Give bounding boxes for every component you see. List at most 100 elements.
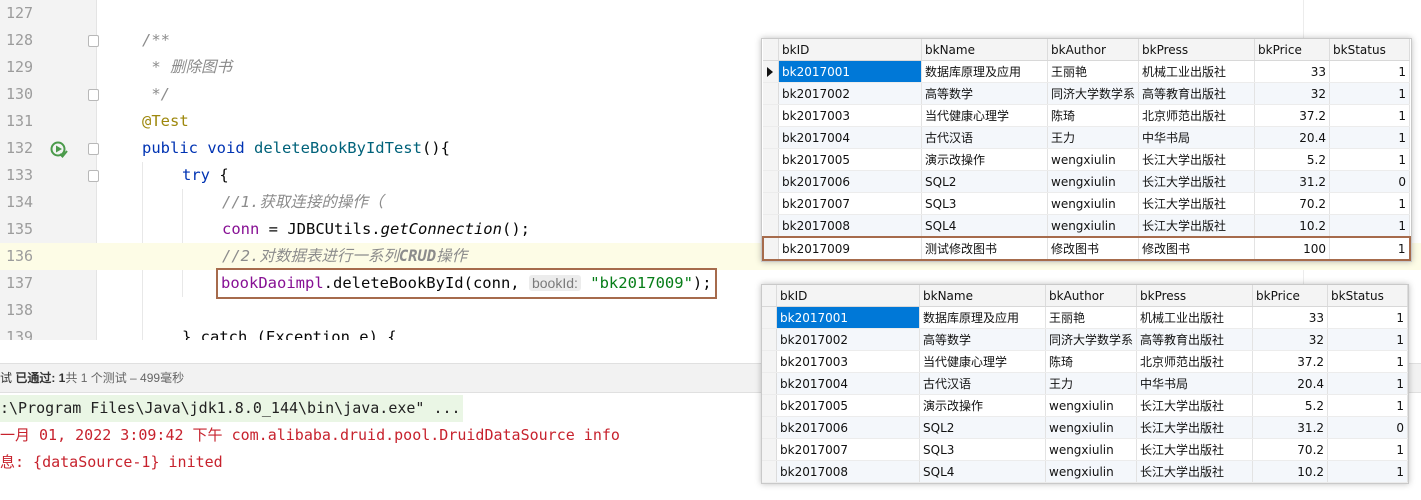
table-cell[interactable]: wengxiulin [1045,416,1138,439]
column-header[interactable]: bkPress [1138,39,1256,61]
table-cell[interactable]: 1 [1329,126,1411,149]
fold-marker-icon[interactable] [88,89,99,101]
table-cell[interactable]: 机械工业出版社 [1136,306,1254,329]
table-cell[interactable]: 1 [1329,192,1411,215]
row-indicator[interactable] [763,82,779,105]
row-indicator[interactable] [762,416,777,439]
table-row[interactable]: bk2017001 数据库原理及应用 王丽艳 机械工业出版社 33 1 [762,306,1409,329]
table-cell[interactable]: 测试修改图书 [921,236,1048,261]
table-cell[interactable]: 10.2 [1254,214,1331,238]
fold-marker-icon[interactable] [88,35,99,47]
table-cell[interactable]: 32 [1254,82,1331,105]
row-indicator[interactable] [762,236,779,261]
row-indicator[interactable] [763,104,779,127]
table-row[interactable]: bk2017008 SQL4 wengxiulin 长江大学出版社 10.2 1 [762,460,1409,483]
table-cell[interactable]: wengxiulin [1047,214,1140,238]
table-cell[interactable]: 高等数学 [919,328,1046,351]
table-cell[interactable]: SQL2 [919,416,1046,439]
row-indicator[interactable] [763,126,779,149]
table-cell[interactable]: 1 [1327,306,1409,329]
table-row[interactable]: bk2017006 SQL2 wengxiulin 长江大学出版社 31.2 0 [762,416,1409,439]
table-cell[interactable]: 100 [1254,236,1331,261]
table-cell[interactable]: 5.2 [1254,148,1331,171]
fold-marker-icon[interactable] [88,143,99,155]
table-cell[interactable]: SQL4 [921,214,1048,238]
column-header[interactable]: bkStatus [1329,39,1411,61]
table-cell[interactable]: 1 [1329,148,1411,171]
column-header[interactable]: bkPrice [1252,285,1329,307]
table-cell[interactable]: 1 [1329,104,1411,127]
table-row[interactable]: bk2017002 高等数学 同济大学数学系 高等教育出版社 32 1 [763,82,1411,105]
table-cell[interactable]: 王丽艳 [1047,60,1140,83]
table-cell[interactable]: 1 [1327,438,1409,461]
table-cell[interactable]: bk2017008 [778,214,922,238]
table-row[interactable]: bk2017007 SQL3 wengxiulin 长江大学出版社 70.2 1 [763,192,1411,215]
table-cell[interactable]: 古代汉语 [921,126,1048,149]
row-indicator[interactable] [763,170,779,193]
table-cell[interactable]: 当代健康心理学 [921,104,1048,127]
table-cell[interactable]: 高等教育出版社 [1138,82,1256,105]
table-cell[interactable]: bk2017004 [776,372,920,395]
table-cell[interactable]: 10.2 [1252,460,1329,483]
table-cell[interactable]: 王力 [1045,372,1138,395]
table-cell[interactable]: 1 [1327,372,1409,395]
table-cell[interactable]: bk2017007 [778,192,922,215]
table-cell[interactable]: bk2017001 [776,306,920,329]
table-cell[interactable]: 数据库原理及应用 [919,306,1046,329]
table-row-highlighted[interactable]: bk2017009 测试修改图书 修改图书 修改图书 100 1 [762,236,1411,261]
table-cell[interactable]: 1 [1329,214,1411,238]
table-cell[interactable]: 0 [1327,416,1409,439]
table-cell[interactable]: 古代汉语 [919,372,1046,395]
table-cell[interactable]: bk2017008 [776,460,920,483]
table-cell[interactable]: bk2017001 [778,60,922,83]
table-cell[interactable]: 长江大学出版社 [1136,438,1254,461]
table-cell[interactable]: 高等数学 [921,82,1048,105]
table-cell[interactable]: 数据库原理及应用 [921,60,1048,83]
row-indicator[interactable] [762,394,777,417]
row-indicator[interactable] [762,306,777,329]
table-cell[interactable]: 长江大学出版社 [1136,460,1254,483]
table-cell[interactable]: 长江大学出版社 [1138,192,1256,215]
row-indicator[interactable] [762,372,777,395]
table-cell[interactable]: 北京师范出版社 [1136,350,1254,373]
table-row[interactable]: bk2017001 数据库原理及应用 王丽艳 机械工业出版社 33 1 [763,60,1411,83]
column-header[interactable]: bkID [778,39,922,61]
table-cell[interactable]: 1 [1329,236,1411,261]
table-cell[interactable]: 长江大学出版社 [1138,170,1256,193]
table-cell[interactable]: SQL3 [919,438,1046,461]
table-cell[interactable]: 长江大学出版社 [1138,214,1256,238]
table-cell[interactable]: 修改图书 [1047,236,1140,261]
table-cell[interactable]: wengxiulin [1047,148,1140,171]
table-cell[interactable]: 0 [1329,170,1411,193]
table-cell[interactable]: 31.2 [1254,170,1331,193]
table-cell[interactable]: bk2017004 [778,126,922,149]
row-indicator[interactable] [763,192,779,215]
column-header[interactable]: bkPress [1136,285,1254,307]
run-test-passed-icon[interactable] [50,140,68,158]
table-cell[interactable]: 70.2 [1252,438,1329,461]
table-cell[interactable]: SQL3 [921,192,1048,215]
table-cell[interactable]: 20.4 [1252,372,1329,395]
table-cell[interactable]: bk2017005 [776,394,920,417]
table-cell[interactable]: 演示改操作 [921,148,1048,171]
table-cell[interactable]: 1 [1329,60,1411,83]
column-header[interactable]: bkAuthor [1045,285,1138,307]
code-line[interactable]: 127 [0,0,1421,27]
table-cell[interactable]: 33 [1252,306,1329,329]
table-row[interactable]: bk2017004 古代汉语 王力 中华书局 20.4 1 [763,126,1411,149]
table-cell[interactable]: wengxiulin [1045,460,1138,483]
table-cell[interactable]: 陈琦 [1045,350,1138,373]
table-cell[interactable]: 1 [1329,82,1411,105]
table-cell[interactable]: bk2017003 [776,350,920,373]
table-cell[interactable]: bk2017002 [778,82,922,105]
table-cell[interactable]: wengxiulin [1045,438,1138,461]
table-cell[interactable]: bk2017006 [776,416,920,439]
table-cell[interactable]: bk2017007 [776,438,920,461]
table-cell[interactable]: 当代健康心理学 [919,350,1046,373]
row-indicator[interactable] [762,438,777,461]
table-cell[interactable]: wengxiulin [1047,170,1140,193]
column-header[interactable]: bkName [921,39,1048,61]
table-cell[interactable]: 37.2 [1252,350,1329,373]
table-cell[interactable]: 中华书局 [1136,372,1254,395]
table-cell[interactable]: 31.2 [1252,416,1329,439]
